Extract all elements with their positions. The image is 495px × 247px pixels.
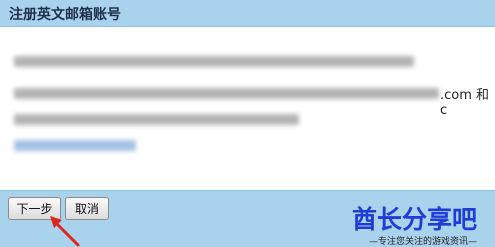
visible-text-fragment: .com 和 c bbox=[440, 88, 490, 118]
blurred-text-line bbox=[14, 114, 299, 125]
watermark-logo: 酋长分享吧 bbox=[352, 205, 478, 234]
watermark-tagline: —专注您关注的游戏资讯— bbox=[369, 237, 478, 247]
blurred-link[interactable] bbox=[14, 140, 136, 151]
dialog-header: 注册英文邮箱账号 bbox=[0, 0, 495, 27]
dialog-title: 注册英文邮箱账号 bbox=[9, 7, 121, 23]
blurred-text-line bbox=[14, 56, 414, 67]
dialog-content: .com 和 c bbox=[0, 28, 495, 190]
blurred-text-line bbox=[14, 88, 439, 99]
arrow-annotation-icon bbox=[50, 216, 80, 247]
